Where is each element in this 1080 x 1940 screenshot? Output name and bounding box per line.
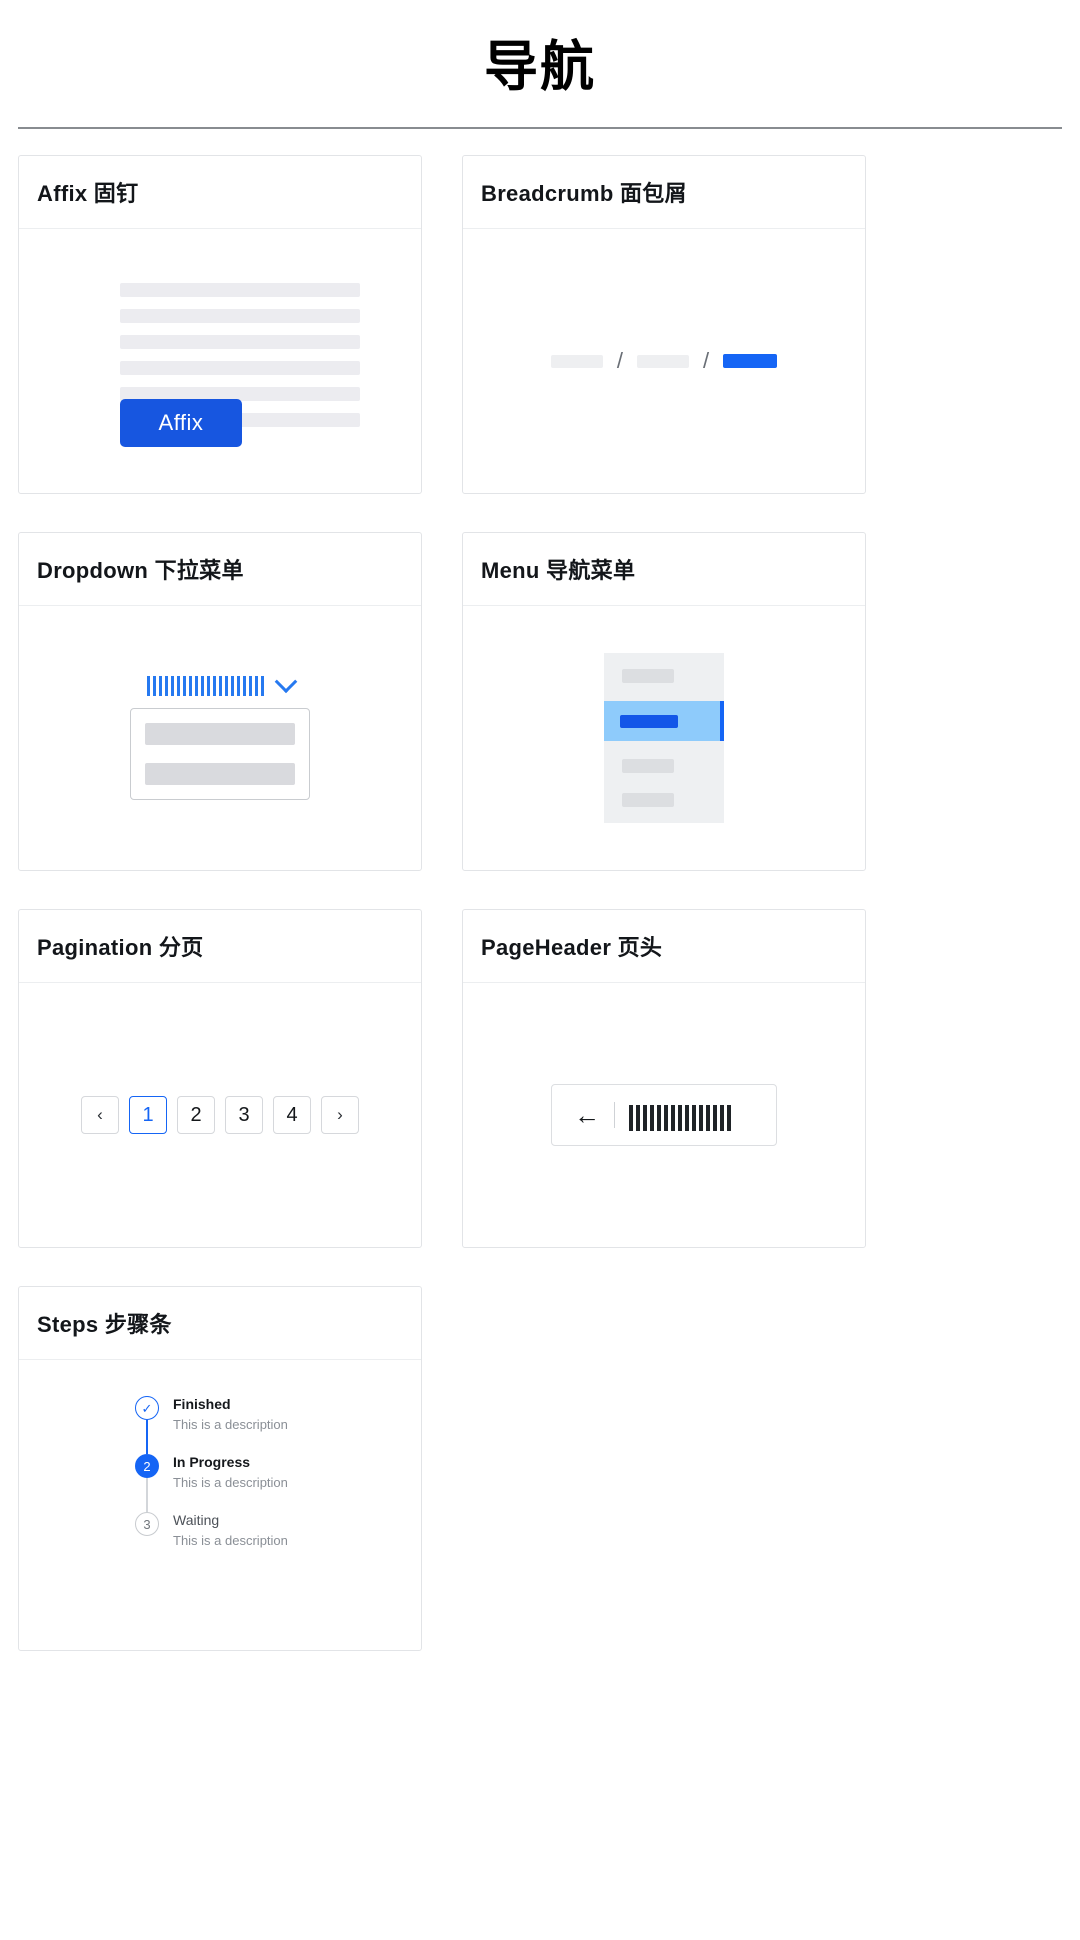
step-item-finished[interactable]: ✓ Finished This is a description — [135, 1396, 421, 1454]
menu-item-label-placeholder — [622, 759, 674, 773]
menu-item[interactable] — [604, 757, 724, 775]
pageheader-divider — [614, 1102, 615, 1128]
card-affix: Affix 固钉 Affix — [18, 155, 422, 494]
card-body-pageheader: ← — [463, 983, 865, 1247]
chevron-down-icon — [274, 670, 297, 694]
menu-item-label-placeholder — [622, 793, 674, 807]
step-item-in-progress[interactable]: 2 In Progress This is a description — [135, 1454, 421, 1512]
menu-item-selected[interactable] — [604, 701, 724, 741]
card-body-affix: Affix — [19, 229, 421, 493]
check-icon: ✓ — [141, 1400, 153, 1416]
affix-demo: Affix — [120, 283, 360, 447]
breadcrumb-separator: / — [616, 348, 623, 373]
pagination-prev-button[interactable]: ‹ — [81, 1096, 119, 1134]
steps-demo: ✓ Finished This is a description 2 In Pr… — [19, 1360, 421, 1554]
breadcrumb-separator: / — [703, 348, 710, 373]
pagination-page-3[interactable]: 3 — [225, 1096, 263, 1134]
placeholder-line — [120, 309, 360, 323]
step-rail: ✓ — [135, 1396, 159, 1454]
placeholder-line — [120, 361, 360, 375]
dropdown-label-placeholder — [146, 676, 264, 696]
card-body-steps: ✓ Finished This is a description 2 In Pr… — [19, 1360, 421, 1650]
pagination-page-4[interactable]: 4 — [273, 1096, 311, 1134]
pagination: ‹ 1 2 3 4 › — [81, 1096, 359, 1134]
step-indicator-3: 3 — [135, 1512, 159, 1536]
card-pagination: Pagination 分页 ‹ 1 2 3 4 › — [18, 909, 422, 1248]
card-body-pagination: ‹ 1 2 3 4 › — [19, 983, 421, 1247]
card-dropdown: Dropdown 下拉菜单 — [18, 532, 422, 871]
breadcrumb: / / — [550, 348, 778, 373]
page-root: 导航 Affix 固钉 Affix Breadcrumb 面包屑 / / Dro… — [0, 22, 1080, 1651]
step-indicator-2: 2 — [135, 1454, 159, 1478]
card-title-pageheader: PageHeader 页头 — [463, 910, 865, 983]
card-title-breadcrumb: Breadcrumb 面包屑 — [463, 156, 865, 229]
placeholder-line — [120, 283, 360, 297]
pagination-page-2[interactable]: 2 — [177, 1096, 215, 1134]
placeholder-line — [120, 335, 360, 349]
component-grid: Affix 固钉 Affix Breadcrumb 面包屑 / / Dropdo… — [18, 155, 1062, 1651]
breadcrumb-item-active[interactable] — [723, 354, 778, 368]
step-rail: 3 — [135, 1512, 159, 1554]
affix-button[interactable]: Affix — [120, 399, 242, 447]
step-connector — [146, 1420, 148, 1454]
card-title-menu: Menu 导航菜单 — [463, 533, 865, 606]
title-divider — [18, 127, 1062, 129]
step-title: Finished — [173, 1396, 231, 1412]
breadcrumb-item[interactable] — [550, 354, 603, 368]
step-indicator-check-icon: ✓ — [135, 1396, 159, 1420]
card-title-steps: Steps 步骤条 — [19, 1287, 421, 1360]
step-title: In Progress — [173, 1454, 251, 1470]
pageheader-title-placeholder — [629, 1105, 731, 1131]
card-body-breadcrumb: / / — [463, 229, 865, 493]
card-title-pagination: Pagination 分页 — [19, 910, 421, 983]
menu-item-label-placeholder — [622, 669, 674, 683]
dropdown-menu-item[interactable] — [145, 723, 295, 745]
breadcrumb-item[interactable] — [637, 354, 689, 368]
menu-item[interactable] — [604, 791, 724, 809]
dropdown-trigger[interactable] — [146, 670, 297, 696]
step-title: Waiting — [173, 1512, 220, 1528]
menu-demo — [604, 653, 724, 823]
pagination-page-1[interactable]: 1 — [129, 1096, 167, 1134]
step-connector — [146, 1478, 148, 1512]
page-title: 导航 — [484, 37, 596, 97]
card-body-dropdown — [19, 606, 421, 870]
card-breadcrumb: Breadcrumb 面包屑 / / — [462, 155, 866, 494]
step-content: Waiting This is a description — [173, 1512, 291, 1554]
card-steps: Steps 步骤条 ✓ Finished This is a descripti… — [18, 1286, 422, 1651]
menu-item-label-placeholder — [620, 714, 678, 728]
step-description: This is a description — [173, 1533, 288, 1548]
card-title-affix: Affix 固钉 — [19, 156, 421, 229]
step-content: Finished This is a description — [173, 1396, 291, 1454]
step-description: This is a description — [173, 1417, 288, 1432]
pagination-next-button[interactable]: › — [321, 1096, 359, 1134]
step-description: This is a description — [173, 1475, 288, 1490]
dropdown-menu-panel — [130, 708, 310, 800]
menu-item[interactable] — [604, 667, 724, 685]
step-content: In Progress This is a description — [173, 1454, 291, 1512]
card-body-menu — [463, 606, 865, 870]
step-rail: 2 — [135, 1454, 159, 1512]
card-pageheader: PageHeader 页头 ← — [462, 909, 866, 1248]
back-arrow-icon[interactable]: ← — [574, 1102, 600, 1128]
card-menu: Menu 导航菜单 — [462, 532, 866, 871]
dropdown-demo — [130, 670, 310, 800]
card-title-dropdown: Dropdown 下拉菜单 — [19, 533, 421, 606]
dropdown-menu-item[interactable] — [145, 763, 295, 785]
pageheader-demo: ← — [551, 1084, 777, 1146]
step-item-waiting[interactable]: 3 Waiting This is a description — [135, 1512, 421, 1554]
